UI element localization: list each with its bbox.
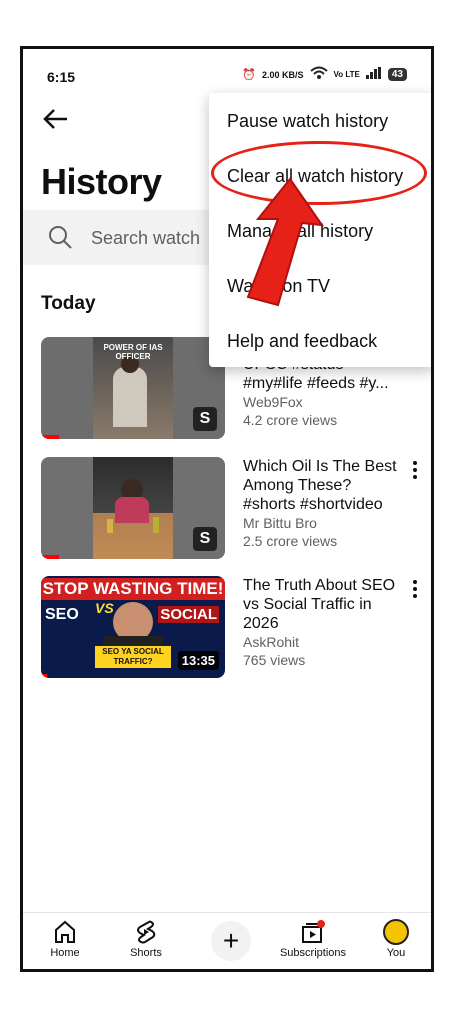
- more-options-icon[interactable]: [409, 578, 421, 600]
- nav-you[interactable]: You: [378, 919, 414, 959]
- subscriptions-icon: [302, 920, 325, 943]
- nav-home-label: Home: [50, 947, 80, 959]
- nav-you-label: You: [386, 947, 406, 959]
- shorts-badge-icon: S: [193, 407, 217, 431]
- nav-shorts-label: Shorts: [130, 947, 162, 959]
- nav-shorts[interactable]: Shorts: [121, 919, 171, 959]
- video-duration: 13:35: [177, 651, 219, 670]
- watch-progress-bar: [41, 555, 59, 559]
- page-title: History: [41, 161, 162, 202]
- thumbnail-caption-bottom: SEO YA SOCIAL TRAFFIC?: [95, 646, 171, 668]
- more-options-icon[interactable]: [409, 459, 421, 481]
- video-meta: Which Oil Is The Best Among These? #shor…: [243, 457, 403, 550]
- watch-progress-bar: [41, 674, 47, 678]
- thumbnail-caption: POWER OF IAS OFFICER: [103, 343, 163, 361]
- create-button[interactable]: +: [211, 921, 251, 961]
- menu-item-help-and-feedback[interactable]: Help and feedback: [227, 331, 377, 352]
- history-video-item[interactable]: STOP WASTING TIME! SEO VS SOCIAL SEO YA …: [41, 576, 421, 678]
- nav-subscriptions[interactable]: Subscriptions: [273, 919, 353, 959]
- phone-frame: 6:15 ⏰ 2.00 KB/S Vo LTE 43 History Searc…: [20, 46, 434, 972]
- home-icon: [55, 920, 75, 943]
- view-count: 4.2 crore views: [243, 412, 338, 428]
- view-count: 765 views: [243, 652, 306, 668]
- thumbnail-caption-right: SOCIAL: [158, 606, 219, 623]
- nav-home[interactable]: Home: [43, 919, 87, 959]
- watch-progress-bar: [41, 435, 59, 439]
- shorts-badge-icon: S: [193, 527, 217, 551]
- bottom-navigation: Home Shorts + Subscriptions You: [23, 912, 431, 969]
- search-icon: [49, 226, 72, 249]
- avatar: [383, 919, 409, 945]
- menu-item-pause-watch-history[interactable]: Pause watch history: [227, 111, 388, 132]
- wifi-icon: [309, 66, 328, 83]
- signal-icon: [365, 67, 382, 82]
- video-thumbnail[interactable]: POWER OF IAS OFFICER S: [41, 337, 225, 439]
- network-type: Vo LTE: [333, 70, 360, 79]
- menu-item-watch-on-tv[interactable]: Watch on TV: [227, 276, 330, 297]
- search-input[interactable]: Search watch: [91, 228, 200, 249]
- back-arrow-icon[interactable]: [43, 107, 69, 135]
- alarm-icon: ⏰: [242, 69, 256, 81]
- status-icons: ⏰ 2.00 KB/S Vo LTE 43: [242, 66, 407, 83]
- channel-name[interactable]: Mr Bittu Bro: [243, 514, 403, 532]
- menu-item-manage-all-history[interactable]: Manage all history: [227, 221, 373, 242]
- network-speed: 2.00 KB/S: [261, 69, 304, 80]
- thumbnail-caption-vs: VS: [95, 600, 114, 616]
- overflow-menu: Pause watch history Clear all watch hist…: [209, 93, 431, 367]
- history-video-item[interactable]: S Which Oil Is The Best Among These? #sh…: [41, 457, 421, 559]
- battery-indicator: 43: [387, 68, 407, 81]
- channel-name[interactable]: AskRohit: [243, 633, 403, 651]
- nav-subscriptions-label: Subscriptions: [279, 947, 347, 959]
- thumbnail-caption-left: SEO: [45, 606, 79, 623]
- view-count: 2.5 crore views: [243, 533, 338, 549]
- video-title[interactable]: Which Oil Is The Best Among These? #shor…: [243, 457, 403, 514]
- video-thumbnail[interactable]: S: [41, 457, 225, 559]
- video-thumbnail[interactable]: STOP WASTING TIME! SEO VS SOCIAL SEO YA …: [41, 576, 225, 678]
- video-meta: The Truth About SEO vs Social Traffic in…: [243, 576, 403, 669]
- video-title[interactable]: The Truth About SEO vs Social Traffic in…: [243, 576, 403, 633]
- menu-item-clear-all-watch-history[interactable]: Clear all watch history: [227, 166, 403, 187]
- channel-name[interactable]: Web9Fox: [243, 393, 403, 411]
- status-bar: 6:15 ⏰ 2.00 KB/S Vo LTE 43: [23, 49, 431, 93]
- status-time: 6:15: [47, 69, 76, 85]
- shorts-icon: [137, 920, 156, 944]
- thumbnail-caption-top: STOP WASTING TIME!: [41, 578, 225, 600]
- section-heading-today: Today: [41, 293, 96, 314]
